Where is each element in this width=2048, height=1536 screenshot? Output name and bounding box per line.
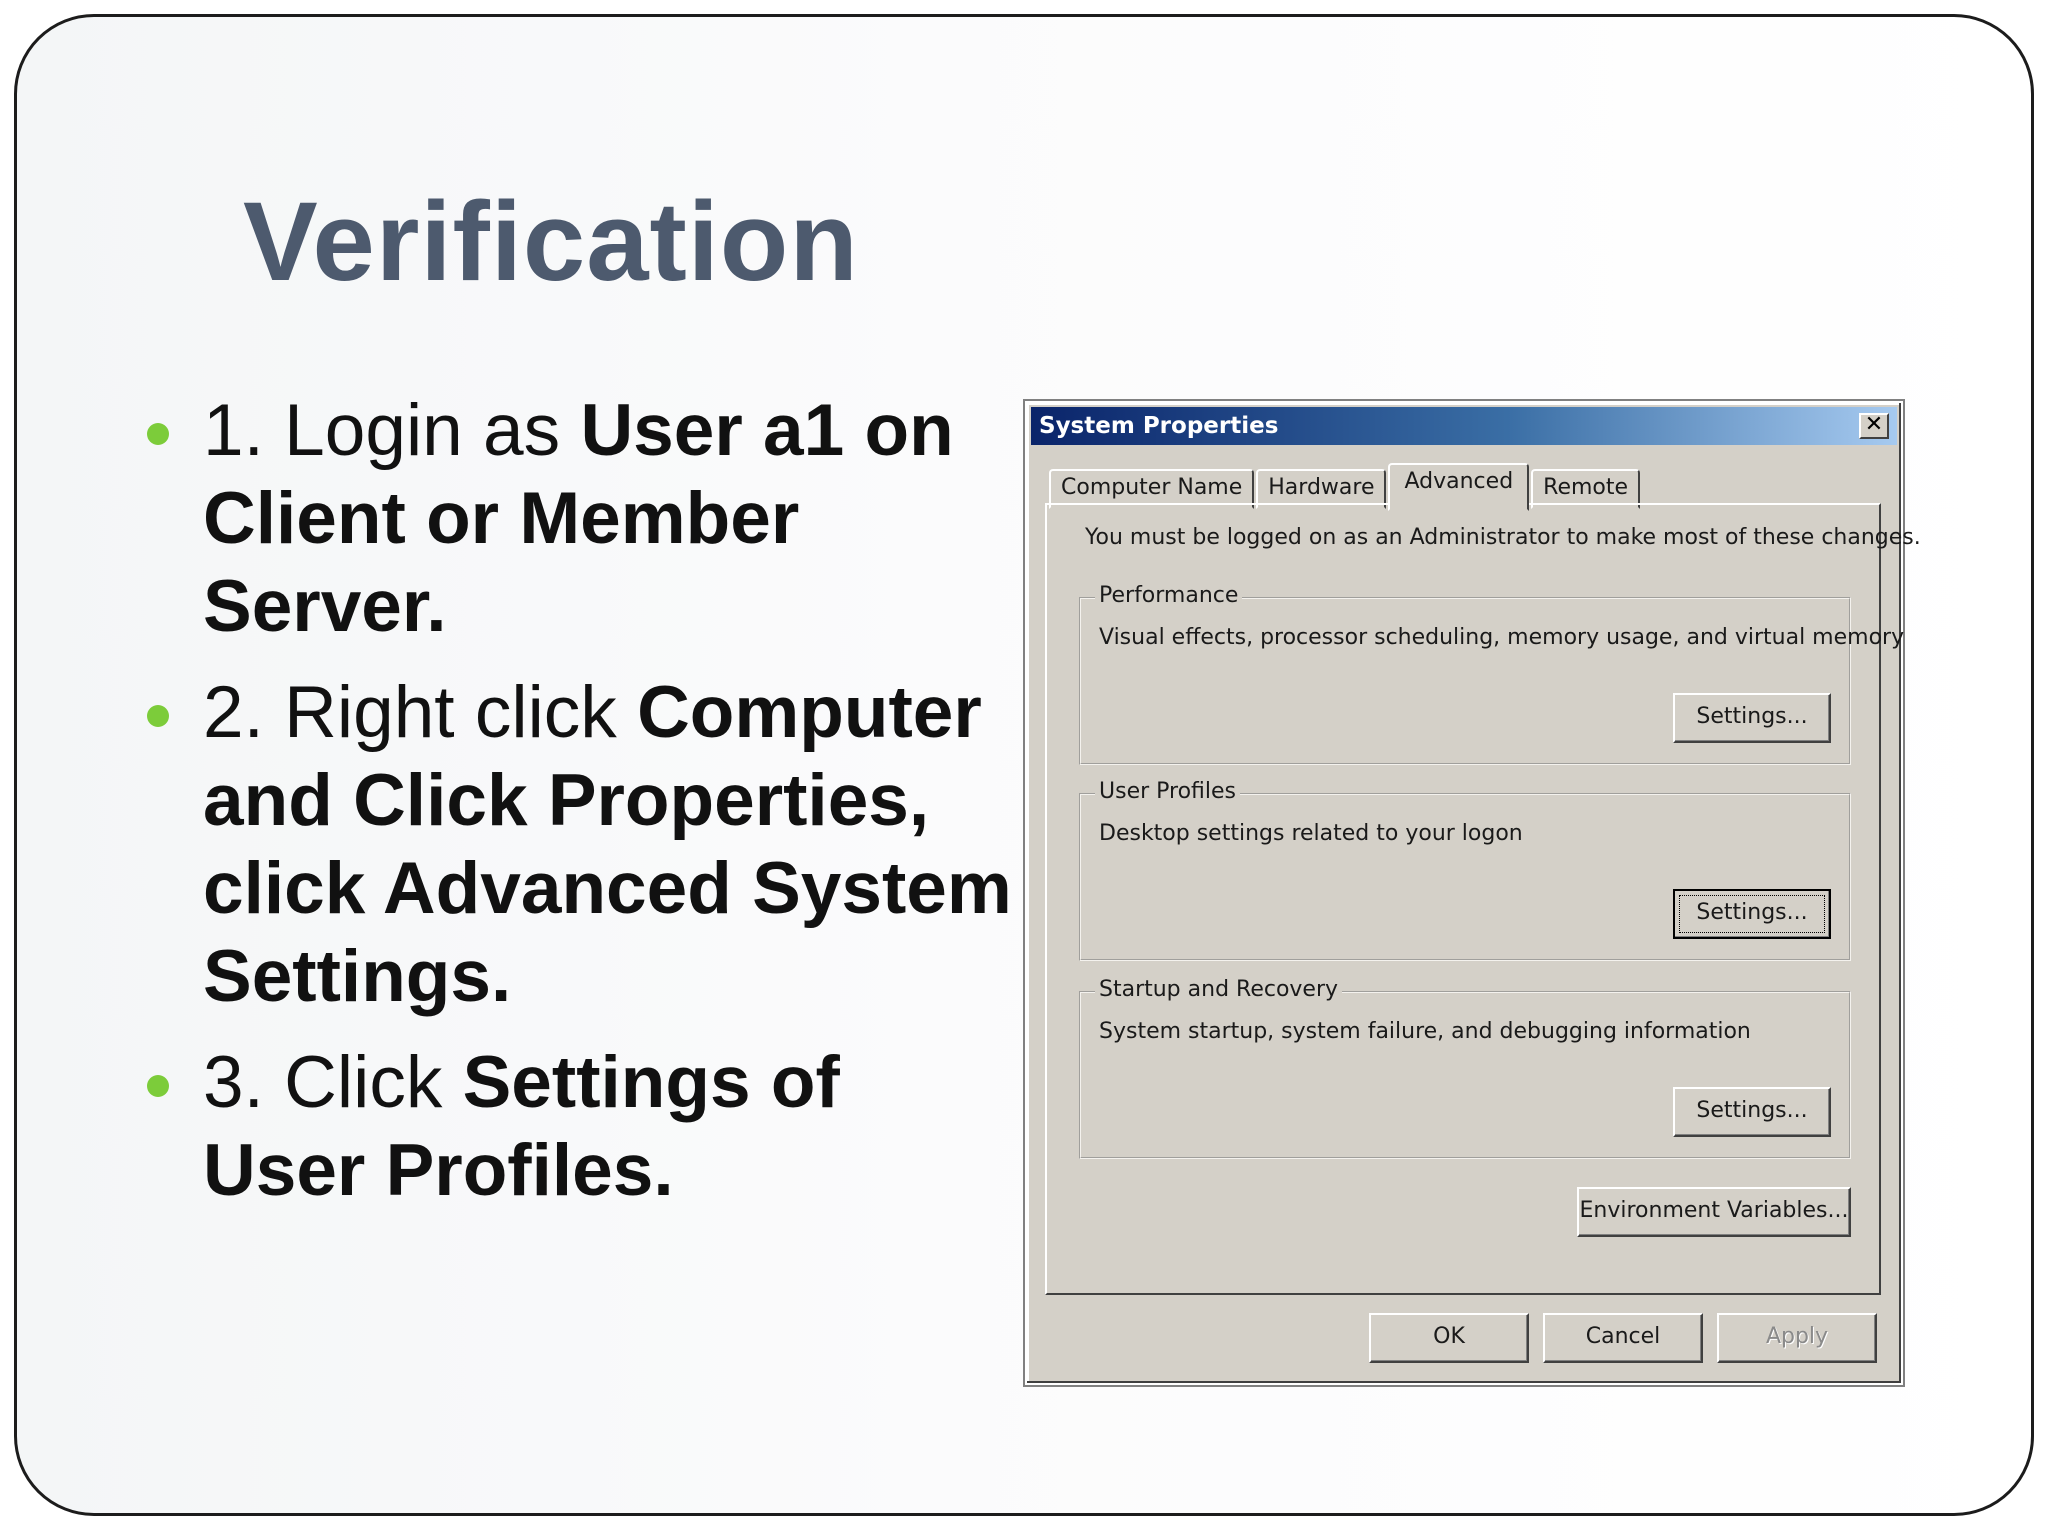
system-properties-dialog: System Properties ✕ Computer Name Hardwa… bbox=[1025, 401, 1921, 1385]
startup-recovery-legend: Startup and Recovery bbox=[1095, 977, 1343, 1002]
tab-advanced[interactable]: Advanced bbox=[1388, 463, 1530, 511]
environment-variables-button[interactable]: Environment Variables... bbox=[1577, 1187, 1851, 1237]
cancel-button[interactable]: Cancel bbox=[1543, 1313, 1703, 1363]
bullet-dot-icon bbox=[147, 1075, 169, 1097]
user-profiles-group: User Profiles Desktop settings related t… bbox=[1079, 779, 1851, 961]
bullet-text-normal: 2. Right click bbox=[203, 672, 638, 753]
slide-title: Verification bbox=[243, 179, 859, 304]
bullet-item-3: 3. Click Settings of User Profiles. bbox=[137, 1039, 1017, 1215]
bullet-dot-icon bbox=[147, 705, 169, 727]
bullet-item-1: 1. Login as User a1 on Client or Member … bbox=[137, 387, 1017, 651]
bullet-text-normal: 1. Login as bbox=[203, 390, 581, 471]
startup-recovery-description: System startup, system failure, and debu… bbox=[1099, 1019, 1751, 1044]
ok-button[interactable]: OK bbox=[1369, 1313, 1529, 1363]
slide-frame: Verification 1. Login as User a1 on Clie… bbox=[14, 14, 2034, 1516]
startup-recovery-settings-button[interactable]: Settings... bbox=[1673, 1087, 1831, 1137]
bullet-item-2: 2. Right click Computer and Click Proper… bbox=[137, 669, 1017, 1021]
startup-recovery-group: Startup and Recovery System startup, sys… bbox=[1079, 977, 1851, 1159]
performance-group: Performance Visual effects, processor sc… bbox=[1079, 583, 1904, 765]
user-profiles-legend: User Profiles bbox=[1095, 779, 1241, 804]
dialog-titlebar[interactable]: System Properties ✕ bbox=[1031, 407, 1897, 445]
bullet-text-normal: 3. Click bbox=[203, 1042, 463, 1123]
performance-description: Visual effects, processor scheduling, me… bbox=[1099, 625, 1905, 650]
advanced-tab-panel: You must be logged on as an Administrato… bbox=[1045, 503, 1921, 1295]
dialog-title: System Properties bbox=[1039, 413, 1279, 439]
apply-button[interactable]: Apply bbox=[1717, 1313, 1877, 1363]
performance-settings-button[interactable]: Settings... bbox=[1673, 693, 1831, 743]
user-profiles-description: Desktop settings related to your logon bbox=[1099, 821, 1523, 846]
bullet-dot-icon bbox=[147, 423, 169, 445]
close-icon[interactable]: ✕ bbox=[1859, 413, 1889, 439]
user-profiles-settings-button[interactable]: Settings... bbox=[1673, 889, 1831, 939]
bullet-list: 1. Login as User a1 on Client or Member … bbox=[137, 387, 1017, 1233]
tab-strip: Computer Name Hardware Advanced Remote bbox=[1049, 463, 1642, 511]
performance-legend: Performance bbox=[1095, 583, 1243, 608]
admin-notice: You must be logged on as an Administrato… bbox=[1085, 525, 1921, 550]
